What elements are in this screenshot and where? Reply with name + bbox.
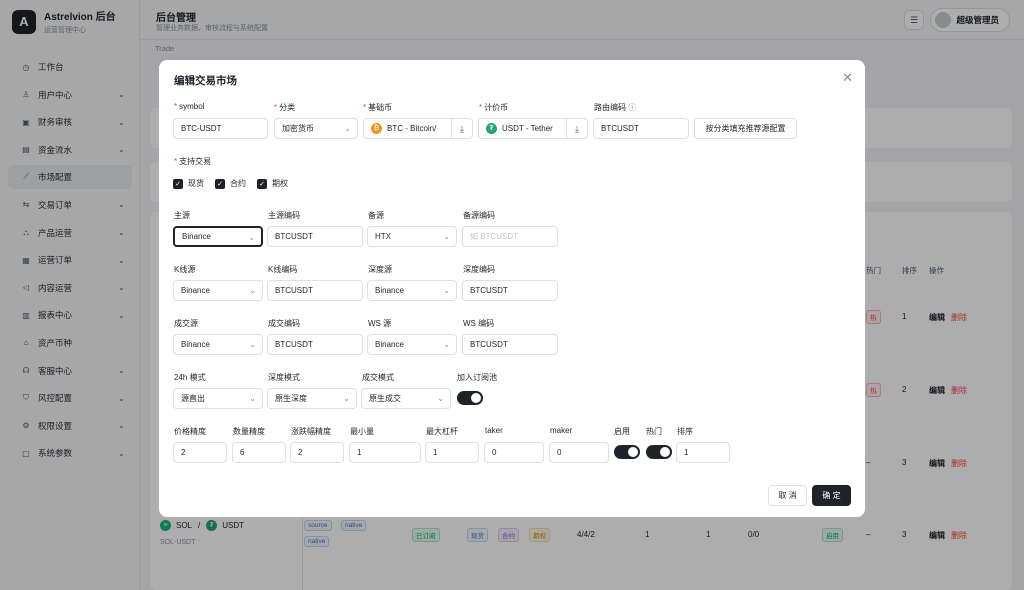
backup-source-select[interactable]: HTX ⌄ <box>367 226 457 247</box>
edit-market-dialog: 编辑交易市场 ✕ * symbol BTC-USDT * 分类 加密货币 ⌄ * 基础币… <box>159 60 865 517</box>
chevron-down-icon: ⌄ <box>443 286 450 295</box>
pool-label: 加入订阅池 <box>457 373 497 382</box>
maker-label: maker <box>550 426 573 435</box>
enable-toggle[interactable] <box>614 445 640 459</box>
m24-mode-select[interactable]: 源直出 ⌄ <box>173 388 263 409</box>
chevron-down-icon: ⌄ <box>443 232 450 241</box>
base-coin-select[interactable]: ₿ BTC - Bitcoin/ ⤓ <box>363 118 473 139</box>
deal-mode-label: 成交模式 <box>362 373 394 382</box>
depth-source-select[interactable]: Binance ⌄ <box>367 280 457 301</box>
change-precision-label: 涨跌幅精度 <box>291 427 331 436</box>
deal-code-input[interactable]: BTCUSDT <box>267 334 363 355</box>
symbol-label: * symbol <box>174 102 205 111</box>
base-coin-label: * 基础币 <box>363 103 393 112</box>
chevron-down-icon: ⌄ <box>443 340 450 349</box>
main-source-label: 主源 <box>174 211 190 220</box>
chevron-down-icon: ⌄ <box>249 394 256 403</box>
spot-checkbox[interactable]: ✓ 现货 <box>173 178 204 189</box>
maker-input[interactable]: 0 <box>549 442 609 463</box>
kline-code-label: K线编码 <box>268 265 298 274</box>
symbol-input[interactable]: BTC-USDT <box>173 118 268 139</box>
main-code-label: 主源编码 <box>268 211 300 220</box>
taker-label: taker <box>485 426 503 435</box>
fill-recommended-button[interactable]: 按分类填充推荐源配置 <box>694 118 797 139</box>
chevron-down-icon: ⌄ <box>248 233 255 242</box>
m24-mode-label: 24h 模式 <box>174 373 206 382</box>
cancel-button[interactable]: 取 消 <box>768 485 807 506</box>
change-precision-input[interactable]: 2 <box>290 442 344 463</box>
quote-coin-label: * 计价币 <box>479 103 509 112</box>
check-icon: ✓ <box>215 178 225 189</box>
tether-icon: ₮ <box>486 123 497 134</box>
main-code-input[interactable]: BTCUSDT <box>267 226 363 247</box>
category-label: * 分类 <box>274 103 296 112</box>
ws-source-select[interactable]: Binance ⌄ <box>367 334 457 355</box>
kline-source-select[interactable]: Binance ⌄ <box>173 280 263 301</box>
depth-code-input[interactable]: BTCUSDT <box>462 280 558 301</box>
sort-input[interactable]: 1 <box>676 442 730 463</box>
route-code-input[interactable]: BTCUSDT <box>593 118 689 139</box>
close-icon[interactable]: ✕ <box>842 70 853 86</box>
deal-code-label: 成交编码 <box>268 319 300 328</box>
price-precision-label: 价格精度 <box>174 427 206 436</box>
main-source-select[interactable]: Binance ⌄ <box>173 226 263 247</box>
depth-code-label: 深度编码 <box>463 265 495 274</box>
route-code-label: 路由编码 ⓘ <box>594 103 637 112</box>
deal-mode-select[interactable]: 原生成交 ⌄ <box>361 388 451 409</box>
depth-source-label: 深度源 <box>368 265 392 274</box>
bitcoin-icon: ₿ <box>371 123 382 134</box>
upload-icon[interactable]: ⤓ <box>451 119 472 138</box>
chevron-down-icon: ⌄ <box>344 124 351 133</box>
dialog-title: 编辑交易市场 <box>174 75 237 87</box>
category-select[interactable]: 加密货币 ⌄ <box>274 118 358 139</box>
taker-input[interactable]: 0 <box>484 442 544 463</box>
chevron-down-icon: ⌄ <box>437 394 444 403</box>
check-icon: ✓ <box>257 178 267 189</box>
hot-label: 热门 <box>646 427 662 436</box>
help-icon: ⓘ <box>628 103 637 112</box>
hot-toggle[interactable] <box>646 445 672 459</box>
kline-code-input[interactable]: BTCUSDT <box>267 280 363 301</box>
depth-mode-label: 深度模式 <box>268 373 300 382</box>
backup-code-label: 备源编码 <box>463 211 495 220</box>
qty-precision-input[interactable]: 6 <box>232 442 286 463</box>
ws-code-input[interactable]: BTCUSDT <box>462 334 558 355</box>
support-trade-label: * 支持交易 <box>174 157 212 166</box>
pool-toggle[interactable] <box>457 391 483 405</box>
min-qty-input[interactable]: 1 <box>349 442 421 463</box>
deal-source-select[interactable]: Binance ⌄ <box>173 334 263 355</box>
chevron-down-icon: ⌄ <box>249 340 256 349</box>
chevron-down-icon: ⌄ <box>249 286 256 295</box>
backup-source-label: 备源 <box>368 211 384 220</box>
max-leverage-label: 最大杠杆 <box>426 427 458 436</box>
price-precision-input[interactable]: 2 <box>173 442 227 463</box>
ws-code-label: WS 编码 <box>463 319 495 328</box>
confirm-button[interactable]: 确 定 <box>812 485 851 506</box>
max-leverage-input[interactable]: 1 <box>425 442 479 463</box>
ws-source-label: WS 源 <box>368 319 392 328</box>
chevron-down-icon: ⌄ <box>343 394 350 403</box>
qty-precision-label: 数量精度 <box>233 427 265 436</box>
deal-source-label: 成交源 <box>174 319 198 328</box>
backup-code-input[interactable]: 如 BTCUSDT <box>462 226 558 247</box>
quote-coin-select[interactable]: ₮ USDT - Tether ⤓ <box>478 118 588 139</box>
check-icon: ✓ <box>173 178 183 189</box>
min-qty-label: 最小量 <box>350 427 374 436</box>
enable-label: 启用 <box>614 427 630 436</box>
option-checkbox[interactable]: ✓ 期权 <box>257 178 288 189</box>
upload-icon[interactable]: ⤓ <box>566 119 587 138</box>
depth-mode-select[interactable]: 原生深度 ⌄ <box>267 388 357 409</box>
kline-source-label: K线源 <box>174 265 196 274</box>
sort-label: 排序 <box>677 427 693 436</box>
contract-checkbox[interactable]: ✓ 合约 <box>215 178 246 189</box>
